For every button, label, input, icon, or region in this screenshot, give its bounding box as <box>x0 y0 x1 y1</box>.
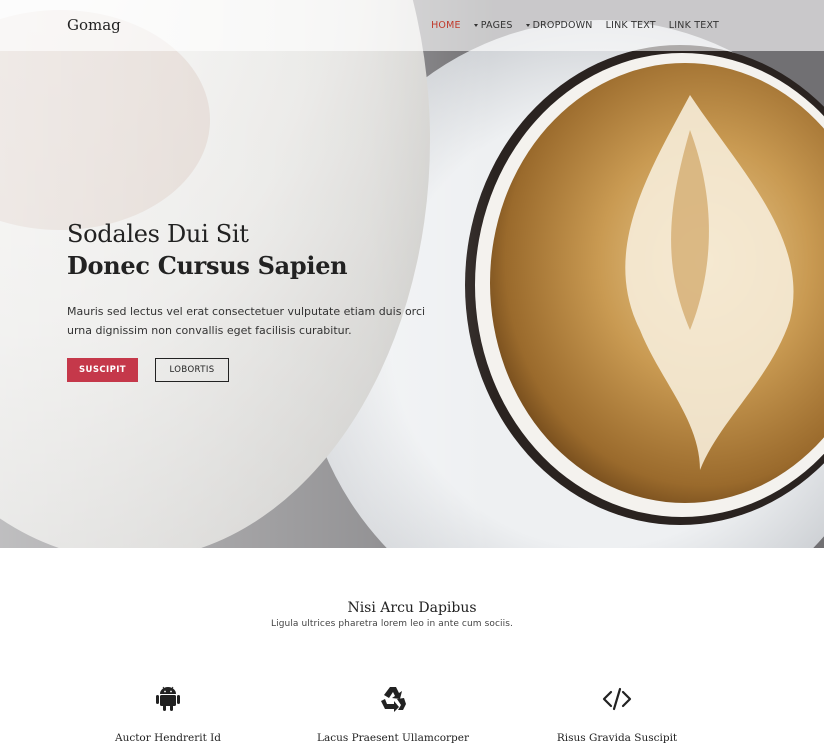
feature-label: Risus Gravida Suscipit <box>556 732 678 744</box>
android-icon <box>156 686 180 711</box>
nav-dropdown[interactable]: DROPDOWN <box>525 20 593 31</box>
nav-link-text-1[interactable]: LINK TEXT <box>606 20 656 31</box>
nav-home[interactable]: HOME <box>431 20 461 31</box>
nav-label: PAGES <box>480 20 513 31</box>
main-nav: HOME PAGES DROPDOWN LINK TEXT LINK TEXT <box>431 20 719 31</box>
feature-item: Lacus Praesent Ullamcorper <box>293 684 493 744</box>
nav-pages[interactable]: PAGES <box>473 20 513 31</box>
hero-section: Sodales Dui Sit Donec Cursus Sapien Maur… <box>0 0 824 548</box>
feature-item: Auctor Hendrerit Id <box>68 684 268 744</box>
feature-label: Auctor Hendrerit Id <box>114 732 221 744</box>
feature-label: Lacus Praesent Ullamcorper <box>316 732 470 744</box>
lobortis-button[interactable]: LOBORTIS <box>155 358 229 382</box>
caret-down-icon <box>525 24 530 27</box>
suscipit-button[interactable]: SUSCIPIT <box>67 358 138 382</box>
brand-logo[interactable]: Gomag <box>67 16 121 34</box>
hero-title-light: Sodales Dui Sit <box>67 220 249 248</box>
hero-title-bold: Donec Cursus Sapien <box>67 251 348 280</box>
caret-down-icon <box>473 24 478 27</box>
top-navbar: Gomag HOME PAGES DROPDOWN LINK TEXT LINK… <box>0 0 824 51</box>
nav-label: HOME <box>431 20 461 31</box>
nav-link-text-2[interactable]: LINK TEXT <box>669 20 719 31</box>
hero-description: Mauris sed lectus vel erat consectetuer … <box>67 305 426 337</box>
nav-label: DROPDOWN <box>532 20 593 31</box>
code-icon <box>602 687 632 711</box>
section-subtitle: Ligula ultrices pharetra lorem leo in an… <box>270 619 514 629</box>
hero-content: Sodales Dui Sit Donec Cursus Sapien Maur… <box>67 218 447 340</box>
nav-label: LINK TEXT <box>605 20 656 31</box>
section-title: Nisi Arcu Dapibus <box>347 600 477 616</box>
recycle-icon <box>381 687 406 712</box>
nav-label: LINK TEXT <box>668 20 719 31</box>
feature-item: Risus Gravida Suscipit <box>517 684 717 744</box>
hero-buttons: SUSCIPIT LOBORTIS <box>67 358 229 382</box>
